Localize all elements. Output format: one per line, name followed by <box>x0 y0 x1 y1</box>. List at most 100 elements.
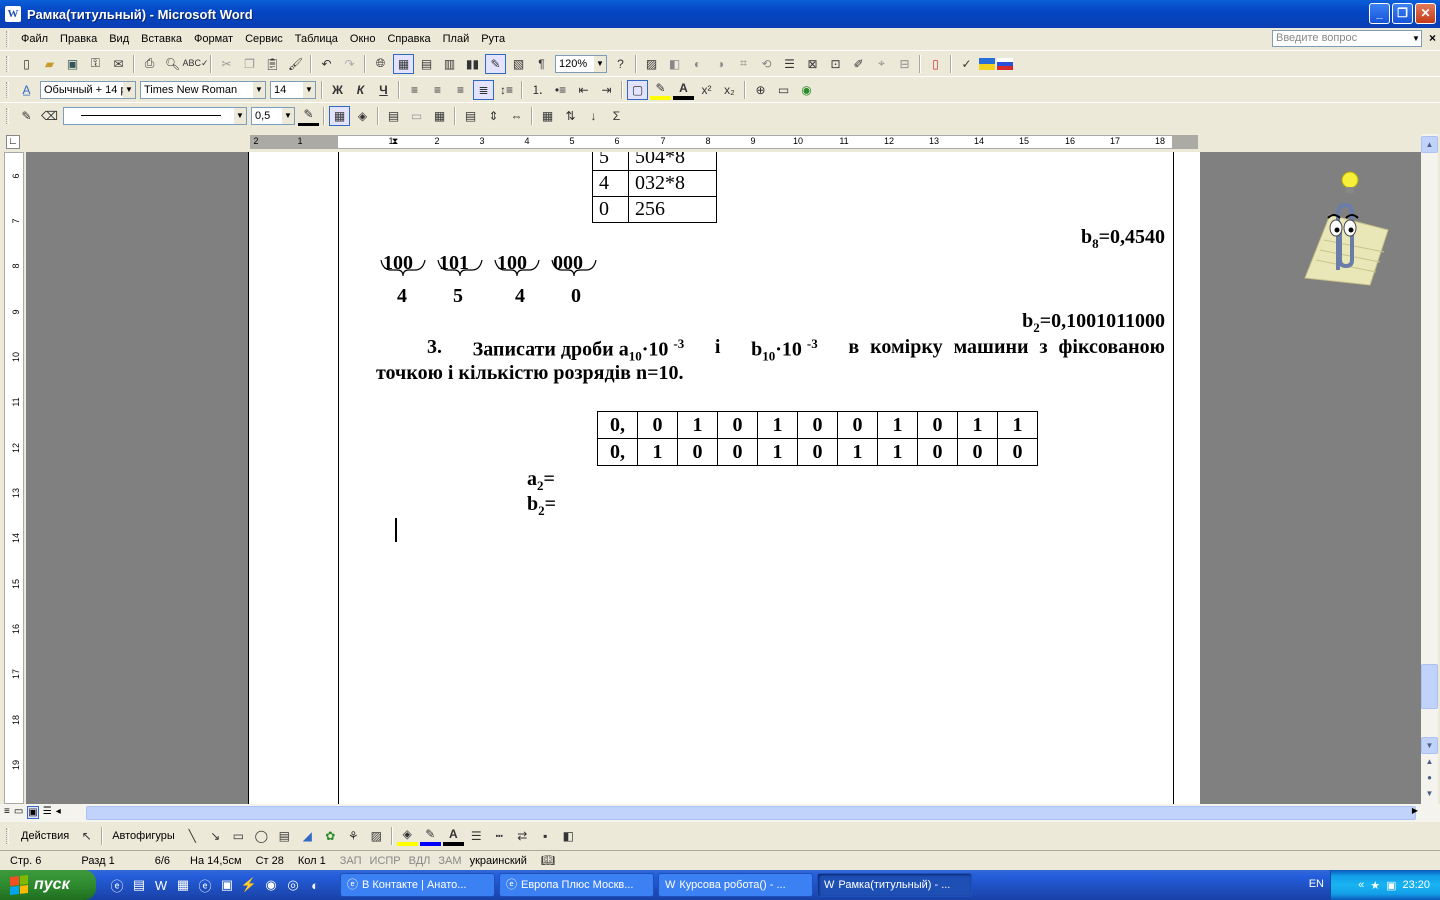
russia-flag-icon[interactable] <box>997 57 1013 70</box>
doc-icon[interactable]: ▦ <box>173 875 193 895</box>
start-button[interactable]: пуск <box>0 870 96 900</box>
text-box-icon[interactable]: ▭ <box>773 80 794 100</box>
sort-icon[interactable]: ↓ <box>583 106 604 126</box>
align-cell-icon[interactable]: ▤ <box>460 106 481 126</box>
status-page[interactable]: Стр. 6 <box>0 855 51 867</box>
border-color-icon[interactable]: ✎ <box>298 106 319 126</box>
status-line[interactable]: Ст 28 <box>252 855 288 867</box>
tab-selector[interactable]: ∟ <box>6 135 20 149</box>
table-cell[interactable]: 0 <box>917 411 958 439</box>
scroll-right-icon[interactable]: ▶ <box>1412 806 1418 815</box>
browse-object-icon[interactable]: ● <box>1421 770 1438 787</box>
spelling-status-icon[interactable]: 📖︎ <box>531 854 565 867</box>
contrast-icon[interactable]: ◐ <box>687 54 708 74</box>
wordart-icon[interactable]: ◢ <box>297 826 318 846</box>
chrome-icon[interactable]: ◎ <box>283 875 303 895</box>
status-column[interactable]: Кол 1 <box>288 855 336 867</box>
line-style-combo[interactable]: ▼ <box>63 106 247 125</box>
media-icon[interactable]: ◉ <box>261 875 281 895</box>
scroll-up-icon[interactable]: ▲ <box>1421 136 1438 153</box>
ie-icon[interactable]: ⓔ <box>195 875 215 895</box>
text-wrap-icon[interactable]: ⊡ <box>825 54 846 74</box>
dash-style-icon[interactable]: ┅ <box>489 826 510 846</box>
office-assistant-icon[interactable] <box>1300 170 1390 290</box>
insert-excel-icon[interactable]: ▥ <box>439 54 460 74</box>
arrow-style-icon[interactable]: ⇄ <box>512 826 533 846</box>
menu-view[interactable]: Вид <box>103 29 135 49</box>
status-position[interactable]: На 14,5см <box>180 855 252 867</box>
menu-insert[interactable]: Вставка <box>135 29 188 49</box>
menu-grip[interactable] <box>6 31 9 47</box>
italic-button[interactable]: К <box>350 80 371 100</box>
next-page-icon[interactable]: ▼ <box>1421 786 1438 803</box>
show-hide-icon[interactable]: ¶ <box>531 54 552 74</box>
numbering-icon[interactable]: ⒈ <box>527 80 548 100</box>
align-right-icon[interactable]: ≡ <box>450 80 471 100</box>
table-cell[interactable]: 1 <box>757 411 798 439</box>
close-button[interactable]: ✕ <box>1415 3 1436 24</box>
justify-icon[interactable]: ≣ <box>473 79 494 100</box>
winamp-icon[interactable]: ⚡ <box>239 875 259 895</box>
line-spacing-icon[interactable]: ↕≡ <box>496 80 517 100</box>
align-left-icon[interactable]: ≡ <box>404 80 425 100</box>
table-cell[interactable]: 1 <box>957 411 998 439</box>
font-color-icon[interactable]: A <box>442 826 464 846</box>
line-weight-combo[interactable]: 0,5 ▼ <box>251 106 295 125</box>
compress-icon[interactable]: ⊠ <box>802 54 823 74</box>
help-icon[interactable]: ? <box>610 54 631 74</box>
crop-icon[interactable]: ⌗ <box>733 54 754 74</box>
text-direction-icon[interactable]: ⇅ <box>560 106 581 126</box>
table-cell[interactable]: 1 <box>637 438 678 466</box>
image-mode-icon[interactable]: ◧ <box>664 54 685 74</box>
clipart-icon[interactable]: ⚘ <box>343 826 364 846</box>
ask-question-input[interactable]: Введите вопрос <box>1272 30 1422 47</box>
ie-icon[interactable]: ⓔ <box>107 875 127 895</box>
table-cell[interactable]: 504*8 <box>628 152 717 171</box>
insert-picture-icon[interactable]: ▨ <box>641 54 662 74</box>
columns-icon[interactable]: ▮▮ <box>462 54 483 74</box>
rotate-icon[interactable]: ⟲ <box>756 54 777 74</box>
format-picture-icon[interactable]: ✐ <box>848 54 869 74</box>
hyperlink-icon[interactable]: 🌐︎ <box>370 54 391 74</box>
reset-picture-icon[interactable]: ⊟ <box>894 54 915 74</box>
table-cell[interactable]: 0 <box>637 411 678 439</box>
minimize-button[interactable]: _ <box>1369 3 1390 24</box>
align-center-icon[interactable]: ≡ <box>427 80 448 100</box>
actions-menu[interactable]: Действия <box>15 826 75 846</box>
3d-icon[interactable]: ◧ <box>558 826 579 846</box>
spelling-icon[interactable]: ABC✓ <box>182 54 208 74</box>
status-language[interactable]: украинский <box>466 855 531 867</box>
outline-view-icon[interactable]: ☰ <box>43 806 52 819</box>
task-kursova[interactable]: W Курсова робота() - ... <box>658 873 813 897</box>
table-cell[interactable]: 0 <box>717 438 758 466</box>
normal-view-icon[interactable]: ≡ <box>4 806 10 819</box>
menu-play[interactable]: Плай <box>437 29 476 49</box>
horizontal-ruler[interactable]: ∟ 2 1 ⧗ 1 2 3 4 5 6 7 8 9 10 11 12 13 14… <box>0 132 1440 152</box>
status-track[interactable]: ИСПР <box>366 855 405 867</box>
table-cell[interactable]: 0 <box>797 411 838 439</box>
horizontal-scrollbar[interactable]: ≡ ▭ ▣ ☰ ◂ ▶ <box>0 804 1440 822</box>
ask-question-dropdown-icon[interactable]: ▼ <box>1410 30 1422 47</box>
document-page[interactable]: 5 504*8 4 032*8 0 256 b8=0,4540 100 101 … <box>248 152 1200 804</box>
print-layout-icon[interactable]: ▣ <box>27 806 39 819</box>
tables-borders-icon[interactable]: ▦ <box>393 53 414 74</box>
menu-window[interactable]: Окно <box>344 29 382 49</box>
borders-icon[interactable]: ▦ <box>329 105 350 126</box>
zoom-combo[interactable]: 120% ▼ <box>555 54 607 73</box>
distribute-columns-icon[interactable]: ⇔ <box>506 106 527 126</box>
select-objects-icon[interactable]: ↖ <box>76 826 97 846</box>
document-close-button[interactable]: × <box>1429 31 1436 45</box>
table-cell[interactable]: 0 <box>837 411 878 439</box>
new-document-icon[interactable]: ▯ <box>16 54 37 74</box>
email-icon[interactable]: ✉ <box>108 54 129 74</box>
table-cell[interactable]: 0 <box>717 411 758 439</box>
table-cell[interactable]: 0 <box>797 438 838 466</box>
vertical-scrollbar[interactable]: ▲ ▼ ▲ ● ▼ <box>1421 134 1438 804</box>
superscript-icon[interactable]: x² <box>696 80 717 100</box>
format-painter-icon[interactable]: 🖌︎ <box>285 54 306 74</box>
copy-icon[interactable]: ❐ <box>239 54 260 74</box>
table-cell[interactable]: 032*8 <box>628 170 717 197</box>
shading-icon[interactable]: ◈ <box>352 106 373 126</box>
save-icon[interactable]: ▣ <box>62 54 83 74</box>
autoshapes-menu[interactable]: Автофигуры <box>106 826 181 846</box>
